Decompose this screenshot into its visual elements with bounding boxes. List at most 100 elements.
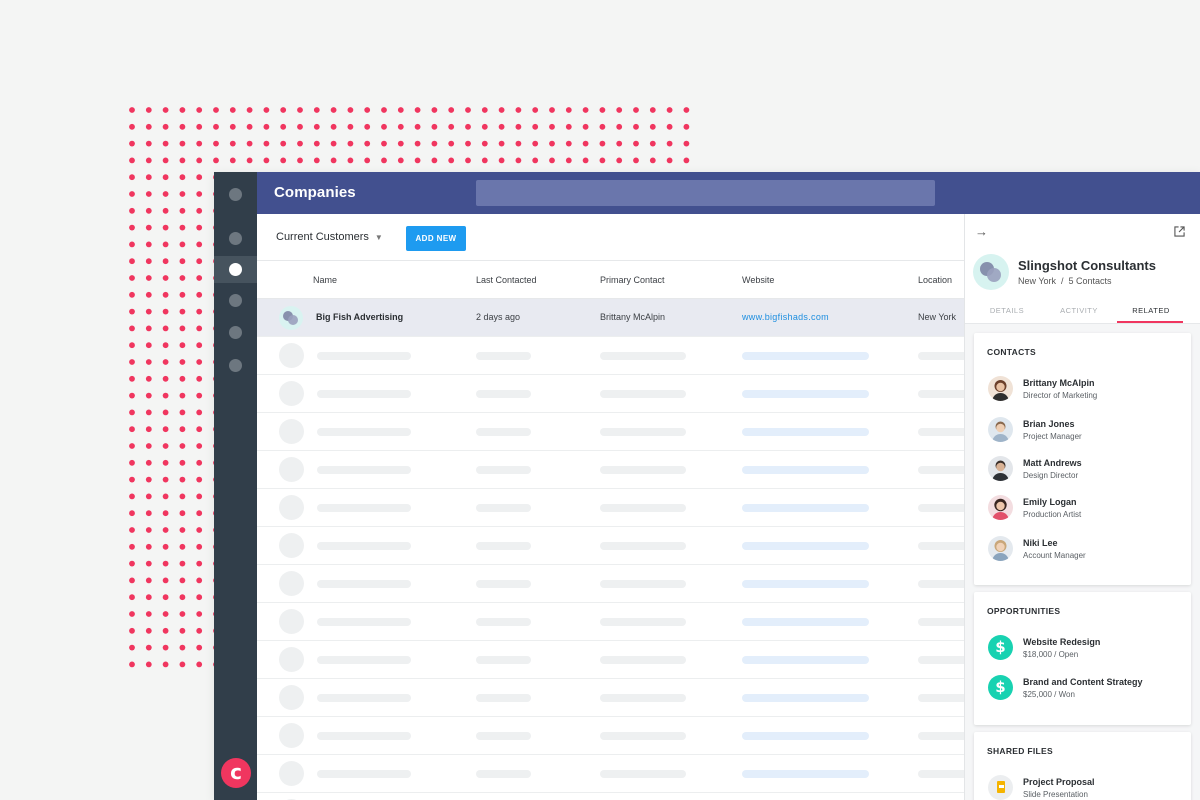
nav-rail: c (214, 172, 257, 800)
nav-item-4[interactable] (229, 294, 242, 307)
contact-name: Niki Lee (1023, 538, 1058, 548)
file-item[interactable]: Project Proposal Slide Presentation (988, 775, 1188, 800)
skeleton-placeholder (279, 419, 304, 444)
contact-item[interactable]: Emily Logan Production Artist (988, 495, 1188, 525)
skeleton-placeholder (279, 495, 304, 520)
skeleton-placeholder (600, 466, 686, 474)
skeleton-placeholder (317, 580, 411, 588)
contact-item[interactable]: Niki Lee Account Manager (988, 536, 1188, 566)
caret-down-icon: ▼ (374, 233, 383, 242)
opportunity-item[interactable]: $ Website Redesign $18,000 / Open (988, 635, 1188, 665)
tab-details[interactable]: DETAILS (972, 306, 1042, 315)
opportunities-card-title: OPPORTUNITIES (987, 606, 1061, 616)
open-external-icon[interactable] (1174, 226, 1185, 237)
column-header-website[interactable]: Website (742, 275, 774, 285)
contacts-card-title: CONTACTS (987, 347, 1036, 357)
skeleton-placeholder (600, 542, 686, 550)
skeleton-placeholder (317, 618, 411, 626)
contact-item[interactable]: Brittany McAlpin Director of Marketing (988, 376, 1188, 406)
contact-role: Director of Marketing (1023, 391, 1098, 400)
table-row[interactable]: Big Fish Advertising 2 days ago Brittany… (257, 299, 964, 337)
view-filter-label: Current Customers (276, 231, 369, 243)
close-panel-arrow-icon[interactable]: → (975, 224, 988, 239)
skeleton-placeholder (600, 732, 686, 740)
skeleton-placeholder (279, 381, 304, 406)
placeholder-row (257, 337, 978, 375)
skeleton-placeholder (279, 761, 304, 786)
skeleton-placeholder (742, 428, 869, 436)
companies-table: Name Last Contacted Primary Contact Webs… (257, 261, 978, 800)
column-header-location[interactable]: Location (918, 275, 952, 285)
contact-item[interactable]: Matt Andrews Design Director (988, 456, 1188, 486)
avatar (988, 495, 1013, 520)
panel-header: → Slingshot Consultants New York / 5 Con… (965, 214, 1200, 324)
column-header-name[interactable]: Name (313, 275, 337, 285)
active-tab-indicator (1117, 321, 1183, 323)
skeleton-placeholder (279, 609, 304, 634)
brand-logo-icon[interactable]: c (221, 758, 251, 788)
skeleton-placeholder (476, 466, 531, 474)
contact-name: Emily Logan (1023, 497, 1077, 507)
company-logo-icon (279, 306, 303, 330)
app-window: c Companies Current Customers ▼ ADD NEW N… (214, 172, 1200, 800)
skeleton-placeholder (742, 580, 869, 588)
cell-name[interactable]: Big Fish Advertising (316, 312, 403, 322)
contact-role: Project Manager (1023, 432, 1082, 441)
contact-name: Brittany McAlpin (1023, 378, 1095, 388)
add-new-button[interactable]: ADD NEW (406, 226, 466, 251)
tab-activity[interactable]: ACTIVITY (1044, 306, 1114, 315)
file-type: Slide Presentation (1023, 790, 1088, 799)
avatar (988, 376, 1013, 401)
opportunity-name: Website Redesign (1023, 637, 1101, 647)
cell-website-link[interactable]: www.bigfishads.com (742, 312, 829, 322)
nav-item-1[interactable] (229, 188, 242, 201)
tab-related[interactable]: RELATED (1116, 306, 1186, 315)
opportunity-name: Brand and Content Strategy (1023, 677, 1143, 687)
skeleton-placeholder (476, 656, 531, 664)
nav-item-6[interactable] (229, 359, 242, 372)
skeleton-placeholder (600, 390, 686, 398)
opportunity-item[interactable]: $ Brand and Content Strategy $25,000 / W… (988, 675, 1188, 705)
skeleton-placeholder (742, 542, 869, 550)
skeleton-placeholder (600, 428, 686, 436)
skeleton-placeholder (742, 504, 869, 512)
panel-company-name: Slingshot Consultants (1018, 258, 1156, 273)
skeleton-placeholder (279, 571, 304, 596)
slides-file-icon (988, 775, 1013, 800)
avatar (988, 417, 1013, 442)
placeholder-row (257, 679, 978, 717)
search-input[interactable] (476, 180, 935, 206)
nav-item-companies[interactable] (229, 263, 242, 276)
dollar-icon: $ (988, 635, 1013, 660)
placeholder-row (257, 413, 978, 451)
skeleton-placeholder (279, 647, 304, 672)
nav-item-2[interactable] (229, 232, 242, 245)
contact-name: Brian Jones (1023, 419, 1075, 429)
contact-item[interactable]: Brian Jones Project Manager (988, 417, 1188, 447)
skeleton-placeholder (600, 618, 686, 626)
shared-files-card-title: SHARED FILES (987, 746, 1053, 756)
skeleton-placeholder (600, 770, 686, 778)
page-title: Companies (274, 184, 356, 201)
shared-files-card: SHARED FILES Project Proposal Slide Pres… (974, 732, 1191, 800)
column-header-last-contacted[interactable]: Last Contacted (476, 275, 537, 285)
skeleton-placeholder (279, 685, 304, 710)
skeleton-placeholder (742, 466, 869, 474)
list-toolbar: Current Customers ▼ ADD NEW (257, 214, 964, 261)
nav-item-5[interactable] (229, 326, 242, 339)
skeleton-placeholder (742, 770, 869, 778)
column-header-primary-contact[interactable]: Primary Contact (600, 275, 665, 285)
placeholder-row (257, 793, 964, 800)
placeholder-row (257, 603, 978, 641)
view-filter-dropdown[interactable]: Current Customers ▼ (276, 231, 383, 243)
cell-primary-contact[interactable]: Brittany McAlpin (600, 312, 665, 322)
skeleton-placeholder (600, 656, 686, 664)
placeholder-row (257, 641, 978, 679)
skeleton-placeholder (476, 390, 531, 398)
skeleton-placeholder (279, 533, 304, 558)
placeholder-row (257, 451, 978, 489)
skeleton-placeholder (476, 352, 531, 360)
skeleton-placeholder (317, 352, 411, 360)
avatar (988, 536, 1013, 561)
placeholder-row (257, 489, 978, 527)
